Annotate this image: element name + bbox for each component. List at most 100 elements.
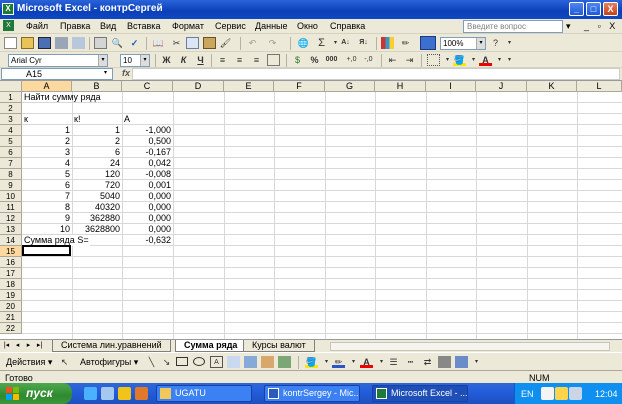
permission-icon[interactable]	[55, 37, 68, 49]
cell-b6[interactable]: 6	[72, 147, 121, 158]
menu-window[interactable]: Окно	[297, 21, 318, 31]
decrease-decimal-icon[interactable]: -,0	[362, 54, 375, 66]
column-header-e[interactable]: E	[224, 81, 274, 92]
cell-a10[interactable]: 7	[22, 191, 71, 202]
column-header-i[interactable]: I	[426, 81, 476, 92]
column-header-a[interactable]: A	[22, 81, 72, 92]
first-sheet-button[interactable]: |◂	[2, 341, 11, 351]
cell-b3[interactable]: к!	[73, 114, 81, 125]
draw-font-color-icon[interactable]: A	[360, 356, 373, 368]
cell-b4[interactable]: 1	[72, 125, 121, 136]
row-header[interactable]: 13	[0, 224, 22, 235]
tray-network-icon[interactable]	[555, 387, 568, 400]
row-header[interactable]: 3	[0, 114, 22, 125]
spelling-icon[interactable]: ✓	[128, 37, 141, 49]
research-icon[interactable]: 📖	[152, 37, 165, 49]
cell-b12[interactable]: 362880	[72, 213, 121, 224]
row-header[interactable]: 14	[0, 235, 22, 246]
row-header-active[interactable]: 15	[0, 246, 22, 257]
active-cell-cursor[interactable]	[22, 245, 71, 256]
menu-view[interactable]: Вид	[100, 21, 116, 31]
arrow-icon[interactable]: ↘	[160, 356, 173, 368]
quicklaunch-ie-icon[interactable]	[84, 387, 97, 400]
draw-fill-color-icon[interactable]: 🪣	[305, 356, 318, 368]
column-header-g[interactable]: G	[325, 81, 375, 92]
increase-indent-icon[interactable]: ⇥	[403, 54, 416, 66]
email-icon[interactable]	[72, 37, 85, 49]
cell-a3[interactable]: к	[23, 114, 29, 125]
language-indicator[interactable]: EN	[521, 389, 534, 399]
cell-c14[interactable]: -0,632	[122, 235, 172, 246]
cell-b10[interactable]: 5040	[72, 191, 121, 202]
cell-b8[interactable]: 120	[72, 169, 121, 180]
cell-a8[interactable]: 5	[22, 169, 71, 180]
row-header[interactable]: 11	[0, 202, 22, 213]
picture-icon[interactable]	[278, 356, 291, 368]
help-icon[interactable]: ?	[489, 37, 502, 49]
font-size-combo[interactable]: 10 ▾	[120, 54, 150, 67]
cell-c6[interactable]: -0,167	[122, 147, 172, 158]
cell-c13[interactable]: 0,000	[122, 224, 172, 235]
italic-button[interactable]: К	[177, 54, 190, 66]
percent-style-button[interactable]: %	[308, 54, 321, 66]
row-header[interactable]: 6	[0, 147, 22, 158]
redo-icon[interactable]: ↷	[266, 37, 279, 49]
cell-c12[interactable]: 0,000	[122, 213, 172, 224]
menu-help[interactable]: Справка	[330, 21, 365, 31]
select-all-corner[interactable]	[0, 81, 22, 92]
document-window-controls[interactable]: _ ▫ X	[584, 21, 618, 31]
menu-data[interactable]: Данные	[255, 21, 288, 31]
row-header[interactable]: 18	[0, 279, 22, 290]
cell-a4[interactable]: 1	[22, 125, 71, 136]
diagram-icon[interactable]	[244, 356, 257, 368]
cell-b13[interactable]: 3628800	[72, 224, 121, 235]
row-header[interactable]: 12	[0, 213, 22, 224]
autoshapes-menu[interactable]: Автофигуры ▾	[80, 357, 138, 368]
cell-a6[interactable]: 3	[22, 147, 71, 158]
quicklaunch-media-icon[interactable]	[118, 387, 131, 400]
clipart-icon[interactable]	[261, 356, 274, 368]
3d-style-icon[interactable]	[455, 356, 468, 368]
task-excel[interactable]: Microsoft Excel - ...	[372, 385, 468, 402]
horizontal-scrollbar[interactable]	[330, 342, 610, 351]
row-header[interactable]: 20	[0, 301, 22, 312]
undo-icon[interactable]: ↶	[246, 37, 259, 49]
row-header[interactable]: 9	[0, 180, 22, 191]
menu-insert[interactable]: Вставка	[127, 21, 160, 31]
font-name-dropdown-icon[interactable]: ▾	[98, 55, 107, 66]
start-button[interactable]: пуск	[0, 383, 72, 404]
shadow-style-icon[interactable]	[438, 356, 451, 368]
paste-icon[interactable]	[203, 37, 216, 49]
row-header[interactable]: 16	[0, 257, 22, 268]
sheet-tab-series-sum[interactable]: Сумма ряда	[175, 340, 247, 352]
insert-function-icon[interactable]: fx	[122, 68, 130, 78]
underline-button[interactable]: Ч	[194, 54, 207, 66]
print-icon[interactable]	[94, 37, 107, 49]
cell-c8[interactable]: -0,008	[122, 169, 172, 180]
cell-c5[interactable]: 0,500	[122, 136, 172, 147]
bold-button[interactable]: Ж	[160, 54, 173, 66]
drawing-icon[interactable]: ✏	[399, 37, 412, 49]
line-style-icon[interactable]: ☰	[387, 356, 400, 368]
font-name-combo[interactable]: Arial Cyr ▾	[8, 54, 108, 67]
draw-actions-menu[interactable]: Действия ▾	[6, 357, 52, 368]
row-header[interactable]: 2	[0, 103, 22, 114]
format-painter-icon[interactable]: 🖌	[219, 37, 232, 49]
increase-decimal-icon[interactable]: +,0	[345, 54, 358, 66]
prev-sheet-button[interactable]: ◂	[13, 341, 22, 351]
chart-wizard-icon[interactable]	[381, 37, 394, 49]
cell-c10[interactable]: 0,000	[122, 191, 172, 202]
font-size-dropdown-icon[interactable]: ▾	[140, 55, 149, 66]
open-folder-icon[interactable]	[21, 37, 34, 49]
zoom-dropdown-icon[interactable]: ▾	[476, 38, 485, 49]
column-header-k[interactable]: K	[527, 81, 577, 92]
column-header-l[interactable]: L	[577, 81, 622, 92]
sort-descending-icon[interactable]: Я↓	[357, 37, 370, 49]
sheet-tab-currency[interactable]: Курсы валют	[243, 340, 315, 352]
cell-c9[interactable]: 0,001	[122, 180, 172, 191]
borders-icon[interactable]	[427, 54, 440, 66]
row-header[interactable]: 19	[0, 290, 22, 301]
tray-volume-icon[interactable]	[569, 387, 582, 400]
oval-icon[interactable]	[193, 357, 205, 366]
sheet-tab-system[interactable]: Система лин.уравнений	[52, 340, 171, 352]
